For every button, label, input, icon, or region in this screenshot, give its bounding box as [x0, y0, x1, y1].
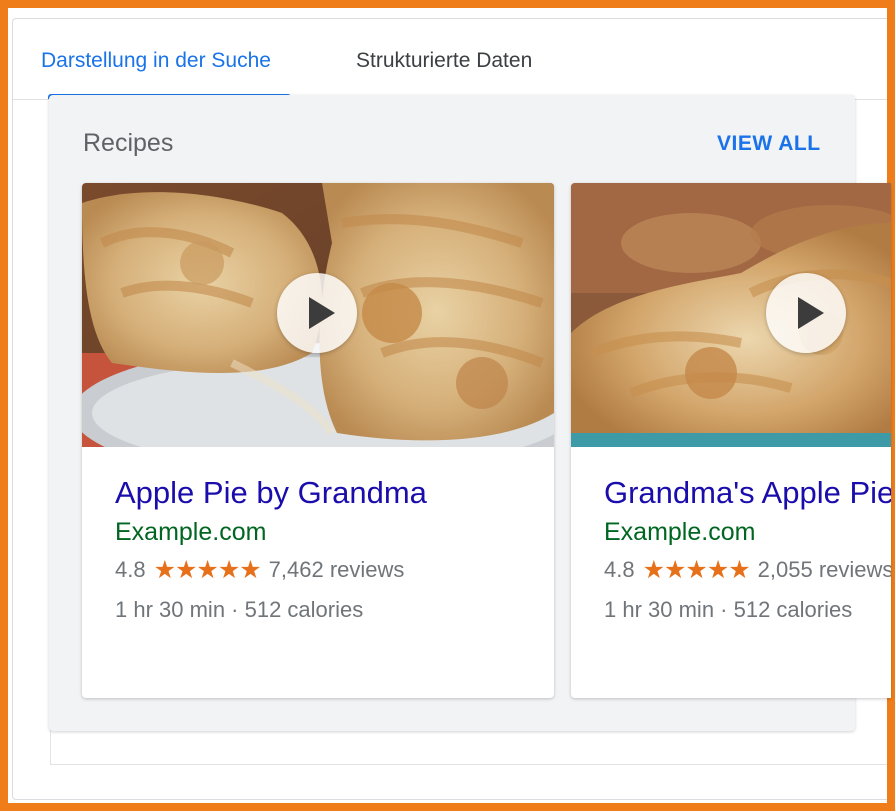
star-rating-icon: ★★★★★	[642, 556, 751, 584]
tab-bar: Darstellung in der Suche Strukturierte D…	[13, 19, 887, 100]
review-count: 2,055 reviews	[757, 557, 891, 582]
recipe-card[interactable]: Apple Pie by Grandma Example.com 4.8 ★★★…	[82, 183, 554, 698]
rating-value: 4.8	[115, 557, 146, 582]
recipe-title[interactable]: Apple Pie by Grandma	[115, 475, 554, 511]
recipe-thumbnail[interactable]	[82, 183, 554, 447]
tab-structured-data[interactable]: Strukturierte Daten	[356, 48, 532, 74]
recipe-site: Example.com	[115, 518, 267, 546]
view-all-link[interactable]: VIEW ALL	[717, 131, 821, 157]
play-button[interactable]	[766, 273, 846, 353]
recipe-title[interactable]: Grandma's Apple Pie	[604, 475, 891, 511]
carousel-title: Recipes	[83, 129, 174, 157]
rating-row: 4.8 ★★★★★ 2,055 reviews	[604, 557, 891, 583]
recipe-meta: 1 hr 30 min · 512 calories	[115, 597, 364, 622]
rating-row: 4.8 ★★★★★ 7,462 reviews	[115, 557, 554, 583]
card-body: Apple Pie by Grandma Example.com 4.8 ★★★…	[115, 475, 554, 623]
rating-value: 4.8	[604, 557, 635, 582]
recipe-site: Example.com	[604, 518, 756, 546]
play-button[interactable]	[277, 273, 357, 353]
tab-search-appearance[interactable]: Darstellung in der Suche	[41, 48, 271, 74]
play-icon	[309, 297, 335, 329]
star-rating-icon: ★★★★★	[153, 556, 262, 584]
card-body: Grandma's Apple Pie Example.com 4.8 ★★★★…	[604, 475, 891, 623]
recipe-card[interactable]: Grandma's Apple Pie Example.com 4.8 ★★★★…	[571, 183, 891, 698]
recipe-meta: 1 hr 30 min · 512 calories	[604, 597, 853, 622]
play-icon	[798, 297, 824, 329]
recipe-thumbnail[interactable]	[571, 183, 891, 447]
review-count: 7,462 reviews	[268, 557, 405, 582]
